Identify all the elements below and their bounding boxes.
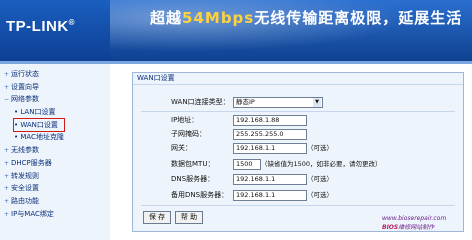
divider: [141, 205, 455, 206]
panel-title: WAN口设置: [133, 73, 463, 85]
mtu-note: （缺省值为1500，如非必要，请勿更改）: [261, 160, 382, 168]
wan-settings-panel: WAN口设置 WAN口连接类型： 静态IP ▼ IP地址： 192.168.1.…: [132, 72, 464, 232]
sidebar-item-wireless[interactable]: + 无线参数: [4, 144, 110, 157]
sidebar-item-forwarding[interactable]: + 转发规则: [4, 170, 110, 183]
sidebar: + 运行状态 + 设置向导 − 网络参数 • LAN口设置 • WAN口设置 • MA…: [0, 64, 110, 240]
sidebar-item-lan[interactable]: • LAN口设置: [4, 106, 110, 119]
sidebar-item-network[interactable]: − 网络参数: [4, 93, 110, 106]
gateway-label: 网关：: [171, 144, 192, 152]
mtu-input[interactable]: 1500: [233, 159, 261, 170]
help-button[interactable]: 帮 助: [175, 211, 203, 224]
chevron-down-icon[interactable]: ▼: [313, 98, 321, 107]
header-banner: TP-LINK® 超越54Mbps无线传输距离极限，延展生活: [0, 0, 472, 61]
sidebar-item-dhcp[interactable]: + DHCP服务器: [4, 157, 110, 170]
sidebar-menu: + 运行状态 + 设置向导 − 网络参数 • LAN口设置 • WAN口设置 • MA…: [0, 64, 110, 220]
divider: [141, 111, 455, 112]
mask-input[interactable]: 255.255.255.0: [233, 129, 307, 140]
sidebar-item-ip-mac-binding[interactable]: + IP与MAC绑定: [4, 208, 110, 221]
dns2-input[interactable]: 192.168.1.1: [233, 190, 307, 201]
sidebar-item-wizard[interactable]: + 设置向导: [4, 81, 110, 94]
sidebar-item-security[interactable]: + 安全设置: [4, 182, 110, 195]
dns-note: （可选）: [307, 175, 333, 183]
wan-type-select[interactable]: 静态IP ▼: [233, 97, 323, 108]
ip-label: IP地址：: [171, 116, 199, 124]
gateway-note: （可选）: [307, 144, 333, 152]
sidebar-item-wan[interactable]: • WAN口设置: [13, 117, 65, 133]
dns2-label: 备用DNS服务器：: [171, 191, 229, 199]
gateway-input[interactable]: 192.168.1.1: [233, 143, 307, 154]
sidebar-item-mac-clone[interactable]: • MAC地址克隆: [4, 131, 110, 144]
dns-input[interactable]: 192.168.1.1: [233, 174, 307, 185]
mtu-label: 数据包MTU：: [171, 160, 215, 168]
wan-type-label: WAN口连接类型：: [171, 98, 230, 106]
watermark: www.bioserepair.com BIOS维修网站制作: [382, 215, 447, 231]
dns-label: DNS服务器：: [171, 175, 215, 183]
tplink-logo: TP-LINK®: [6, 18, 76, 35]
ip-input[interactable]: 192.168.1.88: [233, 115, 307, 126]
save-button[interactable]: 保 存: [143, 211, 171, 224]
sidebar-item-routing[interactable]: + 路由功能: [4, 195, 110, 208]
mask-label: 子网掩码：: [171, 130, 206, 138]
dns2-note: （可选）: [307, 191, 333, 199]
sidebar-item-status[interactable]: + 运行状态: [4, 68, 110, 81]
header-slogan: 超越54Mbps无线传输距离极限，延展生活: [150, 9, 463, 27]
